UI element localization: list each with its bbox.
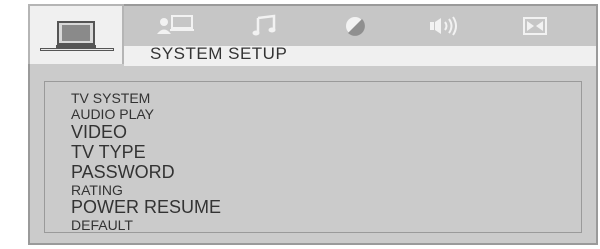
tab-audio[interactable] bbox=[220, 6, 310, 46]
tab-system[interactable] bbox=[28, 4, 124, 64]
music-note-icon bbox=[252, 14, 276, 36]
menu-item-tv-type[interactable]: TV TYPE bbox=[71, 143, 146, 161]
menu-item-default[interactable]: DEFAULT bbox=[71, 218, 133, 232]
tab-bar bbox=[28, 4, 596, 64]
tab-language[interactable] bbox=[130, 6, 220, 46]
half-circle-icon bbox=[346, 17, 365, 36]
menu-item-power-resume[interactable]: POWER RESUME bbox=[71, 198, 221, 216]
speaker-icon bbox=[430, 16, 457, 36]
monitor-icon bbox=[56, 21, 96, 49]
menu-item-rating[interactable]: RATING bbox=[71, 183, 123, 197]
menu-item-tv-system[interactable]: TV SYSTEM bbox=[71, 91, 150, 105]
person-monitor-icon bbox=[157, 15, 194, 34]
setup-panel: SYSTEM SETUP TV SYSTEM AUDIO PLAY VIDEO … bbox=[28, 4, 598, 245]
active-tab-indicator bbox=[40, 48, 114, 51]
menu-item-audio-play[interactable]: AUDIO PLAY bbox=[71, 107, 154, 121]
tab-exit[interactable] bbox=[490, 6, 580, 46]
menu-item-video[interactable]: VIDEO bbox=[71, 123, 127, 141]
tab-speaker[interactable] bbox=[400, 6, 490, 46]
page-title: SYSTEM SETUP bbox=[150, 44, 288, 63]
setup-menu: TV SYSTEM AUDIO PLAY VIDEO TV TYPE PASSW… bbox=[44, 81, 582, 233]
menu-item-password[interactable]: PASSWORD bbox=[71, 163, 175, 181]
tab-video[interactable] bbox=[310, 6, 400, 46]
bowtie-icon bbox=[523, 17, 547, 35]
